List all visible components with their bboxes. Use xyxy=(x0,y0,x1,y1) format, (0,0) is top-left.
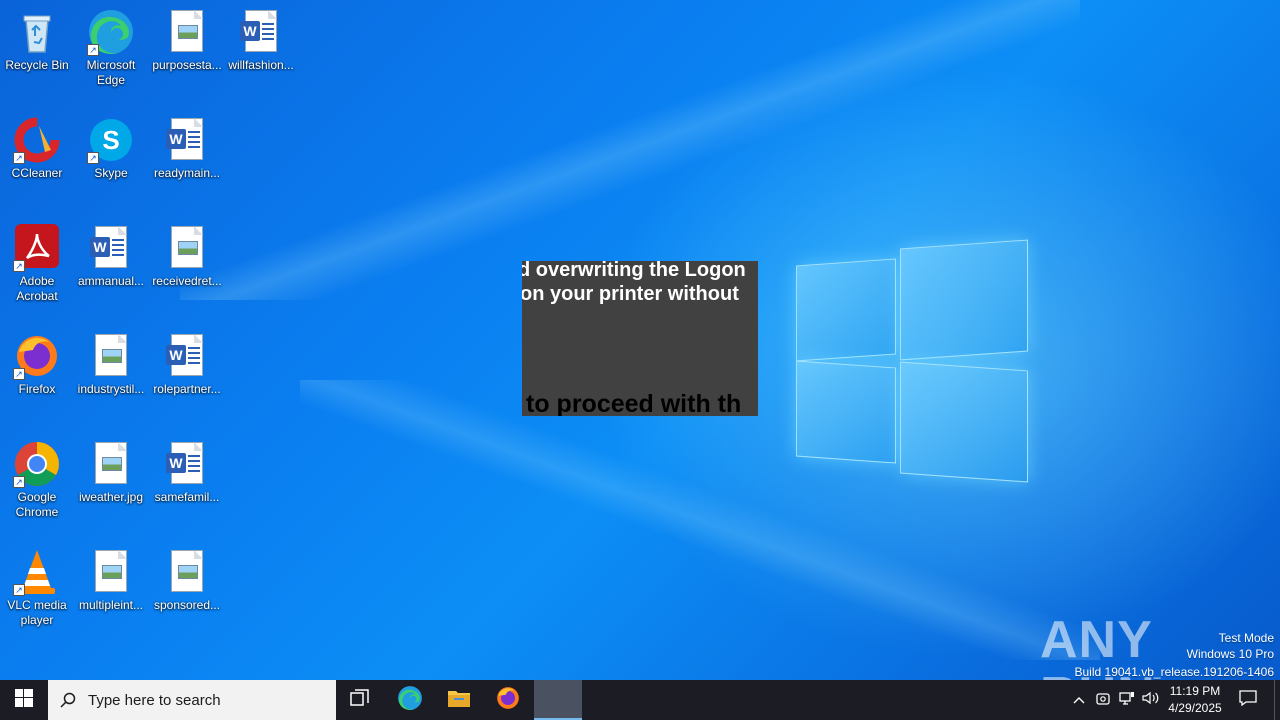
desktop-icon-label: samefamil... xyxy=(154,490,220,504)
task-view-icon xyxy=(350,688,370,712)
adobe-acrobat-icon: ↗ xyxy=(13,224,61,272)
word-document-icon: W xyxy=(163,116,211,164)
task-view-button[interactable] xyxy=(336,680,384,720)
network-icon xyxy=(1119,691,1135,710)
show-desktop-button[interactable] xyxy=(1274,680,1275,720)
image-file-icon xyxy=(87,332,135,380)
desktop-icon-adobe-acrobat[interactable]: ↗ Adobe Acrobat xyxy=(0,224,74,304)
desktop-icon-industrystil[interactable]: industrystil... xyxy=(74,332,148,397)
desktop-icon-ccleaner[interactable]: ↗ CCleaner xyxy=(0,116,74,181)
desktop-icon-label: willfashion... xyxy=(228,58,294,72)
taskbar-firefox-button[interactable] xyxy=(484,680,532,720)
desktop-icon-label: Skype xyxy=(94,166,128,180)
word-document-icon: W xyxy=(237,8,285,56)
popup-text-line: to proceed with th xyxy=(526,390,742,416)
desktop-icon-label: Google Chrome xyxy=(15,490,59,519)
desktop-icon-readymain[interactable]: W readymain... xyxy=(150,116,224,181)
desktop-icon-label: industrystil... xyxy=(77,382,145,396)
desktop-icon-label: multipleint... xyxy=(78,598,144,612)
desktop-icon-label: sponsored... xyxy=(153,598,221,612)
desktop-icon-firefox[interactable]: ↗ Firefox xyxy=(0,332,74,397)
desktop-icon-receivedret[interactable]: receivedret... xyxy=(150,224,224,289)
desktop-icon-label: Adobe Acrobat xyxy=(16,274,58,303)
image-file-icon xyxy=(163,548,211,596)
desktop-icon-iweather[interactable]: iweather.jpg xyxy=(74,440,148,505)
desktop-icon-willfashion[interactable]: W willfashion... xyxy=(224,8,298,73)
firefox-icon xyxy=(495,685,521,716)
desktop-icon-label: Microsoft Edge xyxy=(86,58,136,87)
taskbar-search-box[interactable]: Type here to search xyxy=(48,680,336,720)
taskbar-active-window-button[interactable] xyxy=(534,680,582,720)
windows-start-icon xyxy=(15,688,33,712)
notification-icon xyxy=(1239,689,1257,711)
recycle-bin-icon xyxy=(13,8,61,56)
firefox-icon: ↗ xyxy=(13,332,61,380)
image-file-icon xyxy=(163,224,211,272)
desktop-icon-rolepartner[interactable]: W rolepartner... xyxy=(150,332,224,397)
edge-icon xyxy=(397,685,423,716)
desktop-icon-purposesta[interactable]: purposesta... xyxy=(150,8,224,73)
action-center-button[interactable] xyxy=(1234,680,1262,720)
network-button[interactable] xyxy=(1116,680,1138,720)
desktop-icon-label: VLC media player xyxy=(7,598,67,627)
word-document-icon: W xyxy=(163,332,211,380)
desktop-icon-skype[interactable]: S ↗ Skype xyxy=(74,116,148,181)
build-label: Build 19041.vb_release.191206-1406 xyxy=(1074,665,1275,679)
image-file-icon xyxy=(87,440,135,488)
tray-app-icon xyxy=(1096,691,1110,710)
popup-text-line: d overwriting the Logon xyxy=(522,261,746,281)
desktop-icon-multipleint[interactable]: multipleint... xyxy=(74,548,148,613)
desktop-icon-vlc[interactable]: ↗ VLC media player xyxy=(0,548,74,628)
desktop-icon-label: CCleaner xyxy=(11,166,63,180)
image-file-icon xyxy=(163,8,211,56)
desktop-icon-google-chrome[interactable]: ↗ Google Chrome xyxy=(0,440,74,520)
desktop-icon-label: readymain... xyxy=(153,166,221,180)
desktop-icon-microsoft-edge[interactable]: ↗ Microsoft Edge xyxy=(74,8,148,88)
popup-window[interactable]: d overwriting the Logon on your printer … xyxy=(522,261,758,416)
clock-date: 4/29/2025 xyxy=(1168,701,1222,715)
taskbar-edge-button[interactable] xyxy=(386,680,434,720)
desktop-icon-label: rolepartner... xyxy=(153,382,221,396)
tray-app-button[interactable] xyxy=(1092,680,1114,720)
svg-text:S: S xyxy=(102,125,119,155)
popup-text-line: on your printer without xyxy=(522,283,739,305)
test-mode-label: Test Mode xyxy=(1218,631,1274,645)
folder-icon xyxy=(447,688,471,713)
taskbar-file-explorer-button[interactable] xyxy=(435,680,483,720)
ccleaner-icon: ↗ xyxy=(13,116,61,164)
desktop-icon-label: Firefox xyxy=(18,382,56,396)
edge-icon: ↗ xyxy=(87,8,135,56)
desktop-icon-recycle-bin[interactable]: Recycle Bin xyxy=(0,8,74,73)
chrome-icon: ↗ xyxy=(13,440,61,488)
word-document-icon: W xyxy=(163,440,211,488)
search-placeholder: Type here to search xyxy=(88,691,221,709)
vlc-icon: ↗ xyxy=(13,548,61,596)
image-file-icon xyxy=(87,548,135,596)
desktop-icon-label: iweather.jpg xyxy=(78,490,144,504)
show-hidden-icons-button[interactable] xyxy=(1068,680,1090,720)
taskbar-clock[interactable]: 11:19 PM 4/29/2025 xyxy=(1158,683,1232,717)
desktop-icon-samefamil[interactable]: W samefamil... xyxy=(150,440,224,505)
desktop-icon-label: purposesta... xyxy=(152,58,222,72)
windows-logo-wallpaper xyxy=(796,239,1028,483)
chevron-up-icon xyxy=(1073,691,1085,709)
desktop-icon-label: ammanual... xyxy=(77,274,145,288)
desktop-icon-label: Recycle Bin xyxy=(5,58,69,72)
desktop-icon-sponsored[interactable]: sponsored... xyxy=(150,548,224,613)
clock-time: 11:19 PM xyxy=(1169,684,1221,698)
windows-edition-label: Windows 10 Pro xyxy=(1186,647,1274,661)
search-icon xyxy=(60,692,76,708)
taskbar: Type here to search 11:19 PM 4/29/2025 xyxy=(0,680,1280,720)
word-document-icon: W xyxy=(87,224,135,272)
desktop-icon-ammanual[interactable]: W ammanual... xyxy=(74,224,148,289)
desktop-icon-label: receivedret... xyxy=(152,274,222,288)
start-button[interactable] xyxy=(0,680,48,720)
skype-icon: S ↗ xyxy=(87,116,135,164)
